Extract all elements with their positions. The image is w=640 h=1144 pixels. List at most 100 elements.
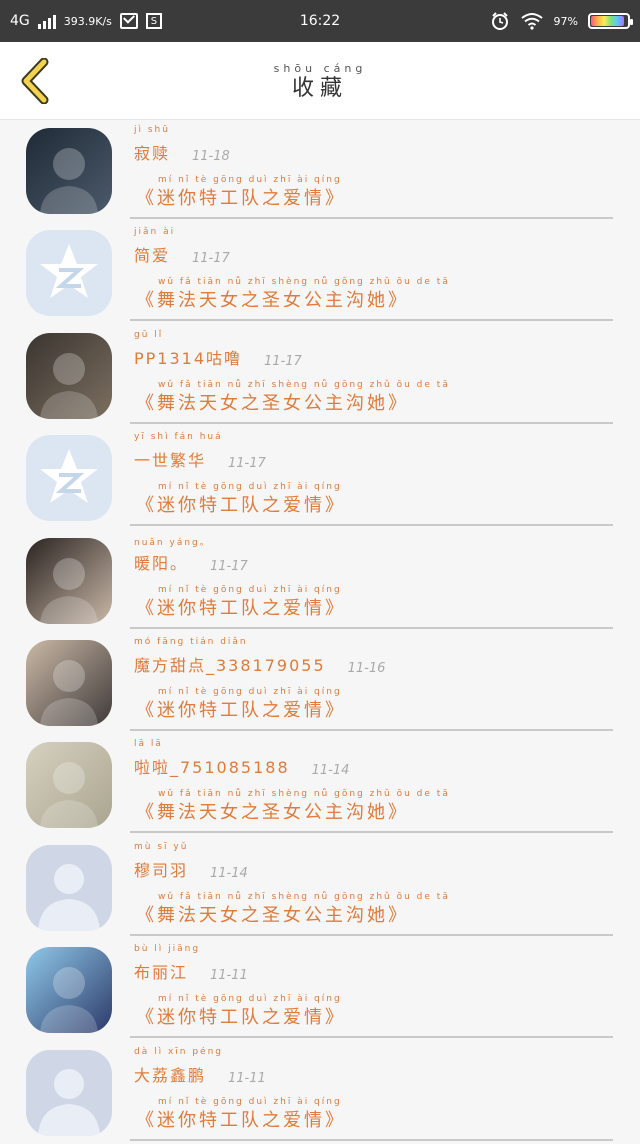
name-pinyin: mó fāng tián diǎn bbox=[134, 636, 248, 647]
avatar[interactable] bbox=[26, 230, 112, 317]
name-pinyin: lā lā bbox=[134, 739, 163, 750]
page-title-pinyin: shōu cáng bbox=[273, 62, 367, 75]
list-item[interactable]: nuǎn yáng。 暖阳。 11-17 mí nǐ tè gōng duì zhī … bbox=[0, 530, 640, 632]
network-type: 4G bbox=[10, 13, 30, 29]
date: 11-11 bbox=[210, 968, 248, 984]
avatar[interactable] bbox=[26, 844, 112, 931]
avatar[interactable] bbox=[26, 947, 112, 1034]
user-name: 暖阳。 bbox=[134, 553, 189, 573]
alarm-icon bbox=[491, 12, 508, 30]
avatar[interactable] bbox=[26, 332, 112, 419]
user-name: 布丽江 bbox=[134, 963, 189, 983]
list-item[interactable]: dà lì xīn péng 大荔鑫鹏 11-11 mí nǐ tè gōng duì… bbox=[0, 1042, 640, 1144]
name-pinyin: jiǎn ài bbox=[134, 227, 176, 238]
item-body: dà lì xīn péng 大荔鑫鹏 11-11 mí nǐ tè gōng duì… bbox=[130, 1042, 613, 1141]
item-body: nuǎn yáng。 暖阳。 11-17 mí nǐ tè gōng duì zhī … bbox=[130, 530, 613, 629]
status-right: 97% bbox=[400, 11, 633, 31]
item-body: mù sī yǔ 穆司羽 11-14 wǔ fǎ tiān nǚ zhī shèng … bbox=[130, 837, 613, 936]
user-photo-icon bbox=[40, 557, 98, 624]
message-text[interactable]: 《舞法天女之圣女公主沟她》 bbox=[136, 286, 409, 312]
message-text[interactable]: 《迷你特工队之爱情》 bbox=[136, 1003, 346, 1029]
name-line: PP1314咕噜 11-17 bbox=[134, 345, 302, 369]
avatar[interactable] bbox=[26, 435, 112, 522]
item-body: yī shì fán huá 一世繁华 11-17 mí nǐ tè gōng duì… bbox=[130, 427, 613, 527]
user-photo-icon bbox=[40, 762, 98, 829]
name-line: 啦啦_751085188 11-14 bbox=[134, 754, 349, 778]
item-body: jì shū 寂赎 11-18 mí nǐ tè gōng duì zhī ài qí… bbox=[130, 120, 613, 219]
page-title: shōu cáng 收藏 bbox=[0, 62, 640, 102]
user-name: 啦啦_751085188 bbox=[134, 758, 290, 778]
list-item[interactable]: lā lā 啦啦_751085188 11-14 wǔ fǎ tiān nǚ zhī … bbox=[0, 734, 640, 836]
user-photo-icon bbox=[40, 148, 98, 214]
list-item[interactable]: yī shì fán huá 一世繁华 11-17 mí nǐ tè gōng duì… bbox=[0, 427, 640, 529]
message-text[interactable]: 《迷你特工队之爱情》 bbox=[136, 594, 346, 620]
user-name: 穆司羽 bbox=[134, 860, 189, 880]
date: 11-17 bbox=[228, 456, 266, 472]
user-name: 大荔鑫鹏 bbox=[134, 1065, 207, 1085]
list-item[interactable]: jì shū 寂赎 11-18 mí nǐ tè gōng duì zhī ài qí… bbox=[0, 120, 640, 222]
qq-star-icon bbox=[40, 244, 98, 299]
item-body: bù lì jiāng 布丽江 11-11 mí nǐ tè gōng duì zhī… bbox=[130, 939, 613, 1039]
avatar[interactable] bbox=[26, 128, 112, 214]
item-body: jiǎn ài 简爱 11-17 wǔ fǎ tiān nǚ zhī shèng nǚ… bbox=[130, 222, 613, 322]
name-pinyin: gū lǐ bbox=[134, 329, 164, 340]
default-user-icon bbox=[38, 1068, 100, 1136]
message-text[interactable]: 《舞法天女之圣女公主沟她》 bbox=[136, 798, 409, 824]
list-item[interactable]: jiǎn ài 简爱 11-17 wǔ fǎ tiān nǚ zhī shèng nǚ… bbox=[0, 222, 640, 324]
message-text[interactable]: 《迷你特工队之爱情》 bbox=[136, 1106, 346, 1132]
avatar[interactable] bbox=[26, 742, 112, 829]
signal-icon bbox=[37, 13, 56, 29]
name-line: 寂赎 11-18 bbox=[134, 140, 230, 164]
avatar[interactable] bbox=[26, 537, 112, 624]
name-line: 布丽江 11-11 bbox=[134, 959, 248, 983]
date: 11-14 bbox=[210, 865, 248, 881]
name-pinyin: yī shì fán huá bbox=[134, 432, 223, 443]
date: 11-14 bbox=[311, 763, 350, 779]
message-text[interactable]: 《迷你特工队之爱情》 bbox=[136, 184, 346, 210]
list-item[interactable]: bù lì jiāng 布丽江 11-11 mí nǐ tè gōng duì zhī… bbox=[0, 939, 640, 1041]
date: 11-11 bbox=[228, 1070, 266, 1086]
name-pinyin: bù lì jiāng bbox=[134, 944, 201, 955]
name-line: 简爱 11-17 bbox=[134, 242, 230, 266]
user-name: 寂赎 bbox=[134, 144, 171, 163]
qq-star-icon bbox=[40, 449, 98, 504]
message-text[interactable]: 《舞法天女之圣女公主沟她》 bbox=[136, 389, 409, 415]
date: 11-16 bbox=[347, 660, 386, 676]
date: 11-18 bbox=[192, 149, 230, 164]
user-name: 魔方甜点_338179055 bbox=[134, 655, 326, 675]
name-pinyin: nuǎn yáng。 bbox=[134, 537, 211, 548]
avatar[interactable] bbox=[26, 639, 112, 726]
message-text[interactable]: 《迷你特工队之爱情》 bbox=[136, 491, 346, 517]
name-pinyin: dà lì xīn péng bbox=[134, 1046, 224, 1057]
user-photo-icon bbox=[40, 659, 98, 726]
name-pinyin: jì shū bbox=[134, 125, 170, 135]
message-text[interactable]: 《迷你特工队之爱情》 bbox=[136, 696, 346, 722]
list-item[interactable]: mù sī yǔ 穆司羽 11-14 wǔ fǎ tiān nǚ zhī shèng … bbox=[0, 837, 640, 939]
item-body: gū lǐ PP1314咕噜 11-17 wǔ fǎ tiān nǚ zhī shèn… bbox=[130, 325, 613, 424]
network-speed: 393.9K/s bbox=[63, 14, 112, 28]
favorites-list: jì shū 寂赎 11-18 mí nǐ tè gōng duì zhī ài qí… bbox=[0, 120, 640, 1144]
item-body: mó fāng tián diǎn 魔方甜点_338179055 11-16 mí n… bbox=[130, 632, 613, 731]
app-s-icon: S bbox=[145, 13, 162, 29]
status-left: 4G 393.9K/s S bbox=[10, 13, 240, 29]
name-pinyin: mù sī yǔ bbox=[134, 841, 189, 852]
list-item[interactable]: mó fāng tián diǎn 魔方甜点_338179055 11-16 mí n… bbox=[0, 632, 640, 734]
user-name: PP1314咕噜 bbox=[134, 348, 243, 368]
user-photo-icon bbox=[40, 967, 98, 1034]
avatar[interactable] bbox=[26, 1049, 112, 1136]
battery-icon bbox=[588, 13, 633, 29]
item-body: lā lā 啦啦_751085188 11-14 wǔ fǎ tiān nǚ zhī … bbox=[130, 734, 613, 834]
page-title-text: 收藏 bbox=[291, 76, 348, 101]
nav-bar: shōu cáng 收藏 bbox=[0, 42, 640, 120]
date: 11-17 bbox=[210, 558, 248, 574]
default-user-icon bbox=[38, 863, 100, 931]
battery-percent: 97% bbox=[553, 14, 578, 28]
name-line: 魔方甜点_338179055 11-16 bbox=[134, 652, 385, 676]
clock: 16:22 bbox=[299, 13, 341, 29]
user-photo-icon bbox=[40, 352, 98, 419]
wifi-icon bbox=[520, 13, 543, 30]
message-text[interactable]: 《舞法天女之圣女公主沟她》 bbox=[136, 901, 409, 927]
list-item[interactable]: gū lǐ PP1314咕噜 11-17 wǔ fǎ tiān nǚ zhī shèn… bbox=[0, 325, 640, 427]
date: 11-17 bbox=[264, 353, 302, 369]
date: 11-17 bbox=[192, 251, 230, 267]
